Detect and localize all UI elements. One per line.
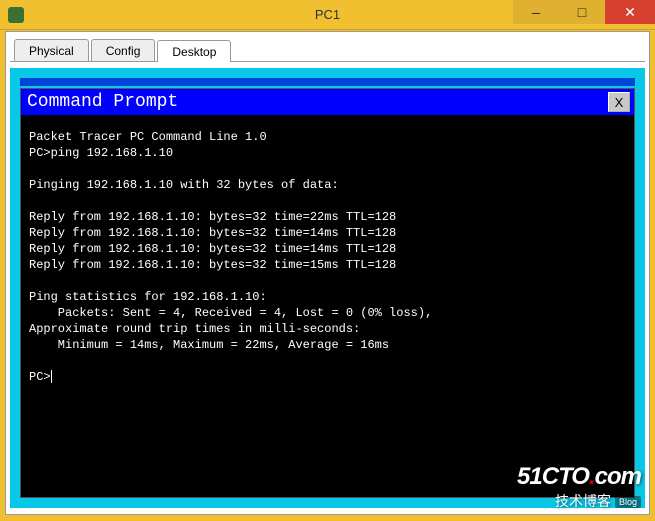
line-reply-4: Reply from 192.168.1.10: bytes=32 time=1… (29, 258, 396, 272)
window-controls: – □ ✕ (513, 0, 655, 24)
tab-desktop[interactable]: Desktop (157, 40, 231, 62)
desktop-top-strip (20, 78, 635, 86)
line-ping-cmd: PC>ping 192.168.1.10 (29, 146, 173, 160)
line-rtt-header: Approximate round trip times in milli-se… (29, 322, 360, 336)
line-reply-1: Reply from 192.168.1.10: bytes=32 time=2… (29, 210, 396, 224)
line-reply-2: Reply from 192.168.1.10: bytes=32 time=1… (29, 226, 396, 240)
tab-bar: Physical Config Desktop (10, 36, 645, 62)
window-titlebar: PC1 – □ ✕ (0, 0, 655, 30)
close-button[interactable]: ✕ (605, 0, 655, 24)
line-reply-3: Reply from 192.168.1.10: bytes=32 time=1… (29, 242, 396, 256)
command-prompt-title: Command Prompt (27, 92, 178, 112)
desktop-panel: Command Prompt X Packet Tracer PC Comman… (10, 68, 645, 508)
line-stats-packets: Packets: Sent = 4, Received = 4, Lost = … (29, 306, 432, 320)
line-stats-header: Ping statistics for 192.168.1.10: (29, 290, 267, 304)
app-icon (8, 7, 24, 23)
client-area: Physical Config Desktop Command Prompt X… (5, 31, 650, 515)
terminal-output[interactable]: Packet Tracer PC Command Line 1.0 PC>pin… (21, 115, 634, 497)
command-prompt-titlebar[interactable]: Command Prompt X (21, 89, 634, 115)
line-prompt: PC> (29, 370, 51, 384)
line-rtt-values: Minimum = 14ms, Maximum = 22ms, Average … (29, 338, 389, 352)
tab-physical[interactable]: Physical (14, 39, 89, 61)
line-intro: Packet Tracer PC Command Line 1.0 (29, 130, 267, 144)
tab-config[interactable]: Config (91, 39, 156, 61)
command-prompt-window: Command Prompt X Packet Tracer PC Comman… (20, 88, 635, 498)
cursor-icon (51, 370, 52, 383)
line-pinging: Pinging 192.168.1.10 with 32 bytes of da… (29, 178, 339, 192)
minimize-button[interactable]: – (513, 0, 559, 24)
maximize-button[interactable]: □ (559, 0, 605, 24)
command-prompt-close-button[interactable]: X (608, 92, 630, 112)
